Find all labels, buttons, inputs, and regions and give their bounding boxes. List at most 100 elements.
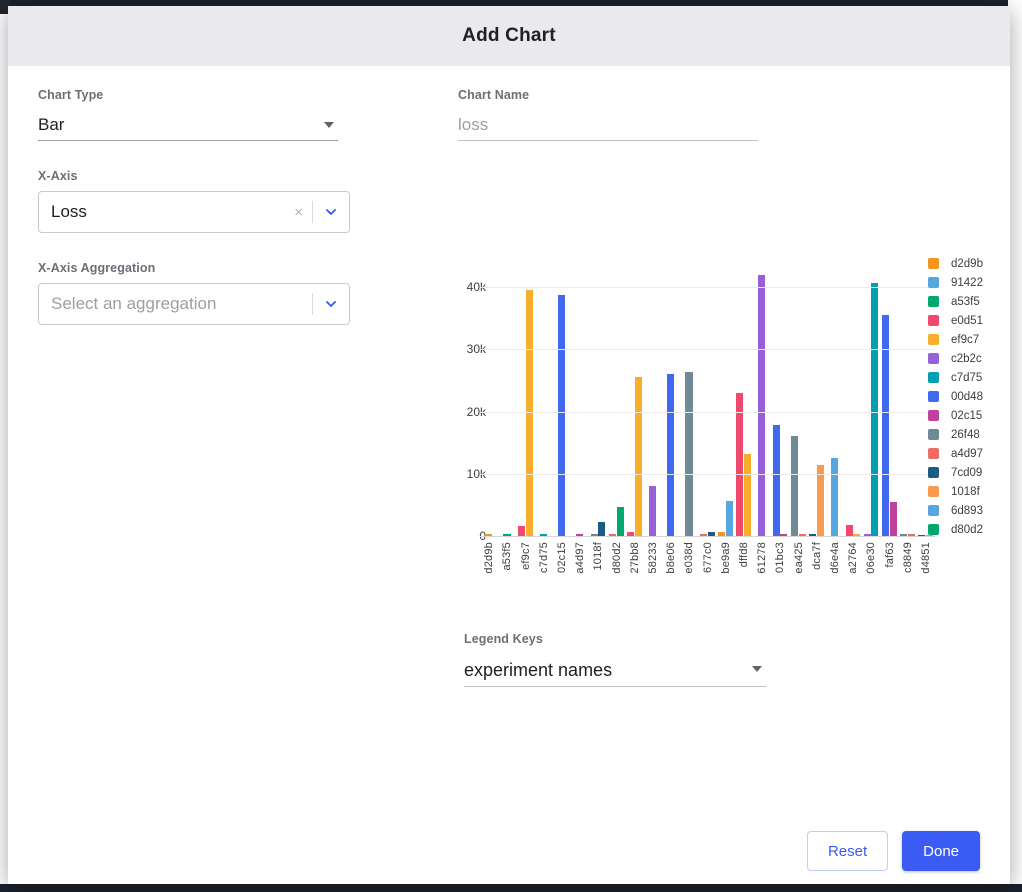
legend-item[interactable]: c7d75 [928,368,1010,387]
legend-item[interactable]: 1018f [928,482,1010,501]
bar[interactable] [557,294,566,536]
legend-label: 7cd09 [951,466,983,479]
legend-swatch [928,391,939,402]
legend-item[interactable]: d80d2 [928,520,1010,539]
legend-item[interactable]: a53f5 [928,292,1010,311]
legend-keys-label: Legend Keys [464,632,543,646]
x-axis-select[interactable]: Loss × [38,191,350,233]
legend-swatch [928,448,939,459]
legend-swatch [928,315,939,326]
legend-swatch [928,505,939,516]
dialog-header: Add Chart [8,6,1010,66]
bar[interactable] [881,315,889,536]
bar[interactable] [736,392,744,536]
legend-item[interactable]: ef9c7 [928,330,1010,349]
bar[interactable] [667,374,675,536]
x-axis-tick-label: c8849 [901,542,914,573]
x-axis-tick-label: 01bc3 [774,542,787,573]
x-axis-label: X-Axis [38,169,78,183]
x-axis-tick-label: d4851 [919,542,932,574]
bar[interactable] [845,524,853,536]
x-axis-tick-label: b8e06 [665,542,678,574]
done-button[interactable]: Done [902,831,980,871]
bar[interactable] [889,501,897,536]
legend-label: ef9c7 [951,333,980,346]
bar[interactable] [871,282,879,536]
gridline [480,411,935,413]
legend-swatch [928,353,939,364]
x-axis-tick-label: dffd8 [737,542,750,568]
x-axis-tick-label: d6e4a [828,542,841,574]
bar[interactable] [743,453,751,536]
legend-item[interactable]: 91422 [928,273,1010,292]
screen: Add Chart Chart Type Bar X-Axis Loss × X… [0,0,1022,892]
dialog-footer: Reset Done [8,818,1010,884]
legend-item[interactable]: 6d893 [928,501,1010,520]
legend-item[interactable]: a4d97 [928,444,1010,463]
legend-item[interactable]: 00d48 [928,387,1010,406]
chart-legend[interactable]: d2d9b 91422 a53f5 e0d51 ef9c7 c2b2c c7d75 00d48… [928,254,1010,540]
bar[interactable] [725,501,733,536]
form-right-column: Chart Name loss [458,88,988,141]
legend-label: e0d51 [951,314,983,327]
chart-preview: 010k20k30k40k d2d9ba53f5ef9c7c7d7502c15a… [458,246,1010,626]
x-axis-aggregation-group: X-Axis Aggregation Select an aggregation [38,261,368,325]
reset-button[interactable]: Reset [806,831,889,871]
chevron-down-icon[interactable] [313,204,349,220]
legend-swatch [928,524,939,535]
legend-swatch [928,429,939,440]
add-chart-dialog: Add Chart Chart Type Bar X-Axis Loss × X… [8,6,1010,884]
bar[interactable] [517,526,525,536]
x-axis-controls: × [285,192,349,232]
dialog-body: Chart Type Bar X-Axis Loss × X-Axis Aggr… [8,66,1010,818]
x-axis-tick-label: 677c0 [701,542,714,573]
legend-label: c7d75 [951,371,983,384]
bar[interactable] [598,522,606,536]
gridline [480,287,935,289]
legend-label: d80d2 [951,523,983,536]
gridline [480,473,935,475]
bar[interactable] [685,371,693,536]
bar[interactable] [648,485,657,536]
bar[interactable] [616,506,624,536]
legend-item[interactable]: e0d51 [928,311,1010,330]
legend-keys-value: experiment names [464,659,613,680]
bar[interactable] [830,457,839,536]
legend-swatch [928,277,939,288]
legend-label: 00d48 [951,390,983,403]
legend-label: c2b2c [951,352,982,365]
bar[interactable] [772,425,780,536]
chevron-down-icon [324,122,334,128]
legend-label: 26f48 [951,428,980,441]
legend-item[interactable]: d1305 [928,539,1010,540]
bar[interactable] [525,290,533,536]
chart-name-input[interactable]: loss [458,110,758,141]
legend-label: 91422 [951,276,983,289]
legend-item[interactable]: d2d9b [928,254,1010,273]
x-axis-tick-label: 58233 [646,542,659,574]
bar[interactable] [790,436,798,536]
bar[interactable] [758,274,766,536]
legend-item[interactable]: 02c15 [928,406,1010,425]
x-axis-line [480,536,935,537]
clear-icon[interactable]: × [285,205,312,220]
legend-item[interactable]: c2b2c [928,349,1010,368]
bar[interactable] [816,465,824,536]
legend-label: 6d893 [951,504,983,517]
x-axis-tick-label: ef9c7 [519,542,532,570]
x-axis-tick-labels: d2d9b a53f5 ef9c7 c7d75 02c15 a4d97 1018f d80d2… [480,542,935,612]
legend-swatch [928,467,939,478]
x-axis-aggregation-select[interactable]: Select an aggregation [38,283,350,325]
legend-item[interactable]: 7cd09 [928,463,1010,482]
legend-swatch [928,486,939,497]
bar-series [480,256,935,536]
chart-type-select[interactable]: Bar [38,110,338,141]
chevron-down-icon[interactable] [313,296,349,312]
legend-item[interactable]: 26f48 [928,425,1010,444]
legend-label: 02c15 [951,409,983,422]
x-axis-tick-label: ea425 [792,542,805,574]
legend-swatch [928,258,939,269]
bar[interactable] [634,376,642,536]
x-axis-tick-label: dca7f [810,542,823,570]
legend-keys-select[interactable]: experiment names [464,654,766,687]
